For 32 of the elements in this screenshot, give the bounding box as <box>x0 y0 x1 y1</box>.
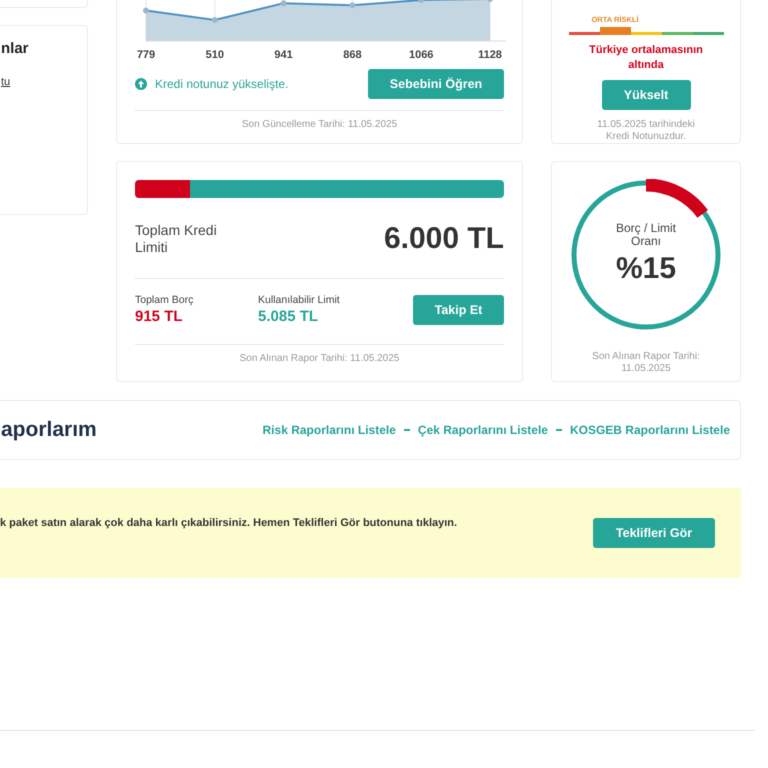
menu-link[interactable]: tu <box>1 76 10 88</box>
ratio-label: Borç / Limit Oranı <box>614 222 677 248</box>
card-heading: nlar <box>1 40 29 57</box>
score-label: 941 <box>274 49 293 61</box>
limit-title: Toplam Kredi Limiti <box>135 222 218 256</box>
report-date: Son Alınan Rapor Tarihi: 11.05.2025 <box>238 353 400 365</box>
debt-value: 915 TL <box>135 308 184 325</box>
limit-amount: 6.000 TL <box>384 222 504 256</box>
up-arrow-icon <box>135 78 147 90</box>
available-value: 5.085 TL <box>258 308 320 325</box>
debt-label: Toplam Borç <box>135 294 194 306</box>
follow-button[interactable]: Takip Et <box>413 294 504 324</box>
learn-reason-button[interactable]: Sebebini Öğren <box>368 69 504 99</box>
offer-text: k paket satın alarak çok daha karlı çıkabilirsiniz. Hemen Teklifleri Gör butonuna tıklayın. <box>0 517 458 529</box>
score-label: 1066 <box>408 49 434 61</box>
report-link[interactable]: KOSGEB Raporlarını Listele <box>570 423 730 437</box>
reports-title: aporlarım <box>1 418 97 442</box>
ratio-value: %15 <box>616 252 676 286</box>
report-link[interactable]: Çek Raporlarını Listele <box>418 423 548 437</box>
score-label: 1128 <box>478 49 502 61</box>
update-date: Son Güncelleme Tarihi: 11.05.2025 <box>240 119 398 131</box>
upgrade-button[interactable]: Yükselt <box>602 80 690 110</box>
comparison-text: Türkiye ortalamasının altında <box>588 43 704 73</box>
available-label: Kullanılabilir Limit <box>258 294 341 306</box>
report-link[interactable]: Risk Raporlarını Listele <box>262 423 396 437</box>
score-label: 779 <box>136 49 156 61</box>
score-date: 11.05.2025 tarihindeki Kredi Notunuzdur. <box>596 119 696 143</box>
offers-button[interactable]: Teklifleri Gör <box>593 518 715 548</box>
trend-text: Kredi notunuz yükselişte. <box>155 77 288 91</box>
score-label: 510 <box>206 49 224 61</box>
report-date: Son Alınan Rapor Tarihi: 11.05.2025 <box>591 351 701 375</box>
score-label: 868 <box>343 49 362 61</box>
